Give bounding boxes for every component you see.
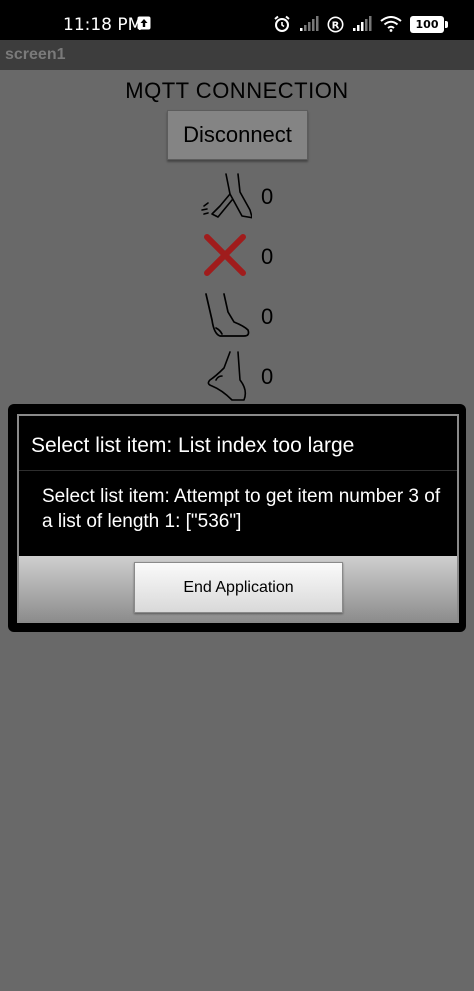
sensor-value-foot-arch: 0	[261, 364, 274, 389]
page-title: MQTT CONNECTION	[125, 78, 349, 103]
wifi-icon	[380, 16, 402, 32]
sensor-value-kick: 0	[261, 184, 274, 209]
end-application-button[interactable]: End Application	[134, 562, 343, 613]
foot-side-icon	[205, 293, 250, 337]
sensor-row-foot-side: 0	[0, 286, 474, 346]
status-bar: 11:18 PM R 100	[0, 0, 474, 40]
app-title-bar: screen1	[0, 40, 474, 70]
red-x-icon	[204, 234, 246, 276]
signal-icon	[300, 16, 319, 31]
dialog-message: Select list item: Attempt to get item nu…	[42, 486, 441, 532]
status-icons: R 100	[273, 14, 448, 34]
sensor-value-foot-side: 0	[261, 304, 274, 329]
foot-kick-icon	[201, 173, 252, 219]
sensor-row-kick: 0	[0, 166, 474, 226]
screen-title: screen1	[5, 46, 66, 63]
sensor-row-x: 0	[0, 226, 474, 286]
dialog-title: Select list item: List index too large	[31, 434, 355, 457]
disconnect-button[interactable]: Disconnect	[167, 110, 308, 160]
sensor-row-foot-arch: 0	[0, 346, 474, 406]
status-time: 11:18 PM	[63, 15, 143, 35]
alarm-icon	[274, 15, 290, 32]
dialog-divider	[19, 470, 457, 471]
roaming-r-icon: R	[327, 16, 344, 32]
svg-text:R: R	[332, 20, 340, 31]
sensor-value-x: 0	[261, 244, 274, 269]
upload-icon	[137, 16, 151, 30]
signal-icon-2	[353, 16, 372, 31]
foot-arch-icon	[207, 351, 247, 401]
battery-icon: 100	[410, 15, 448, 33]
